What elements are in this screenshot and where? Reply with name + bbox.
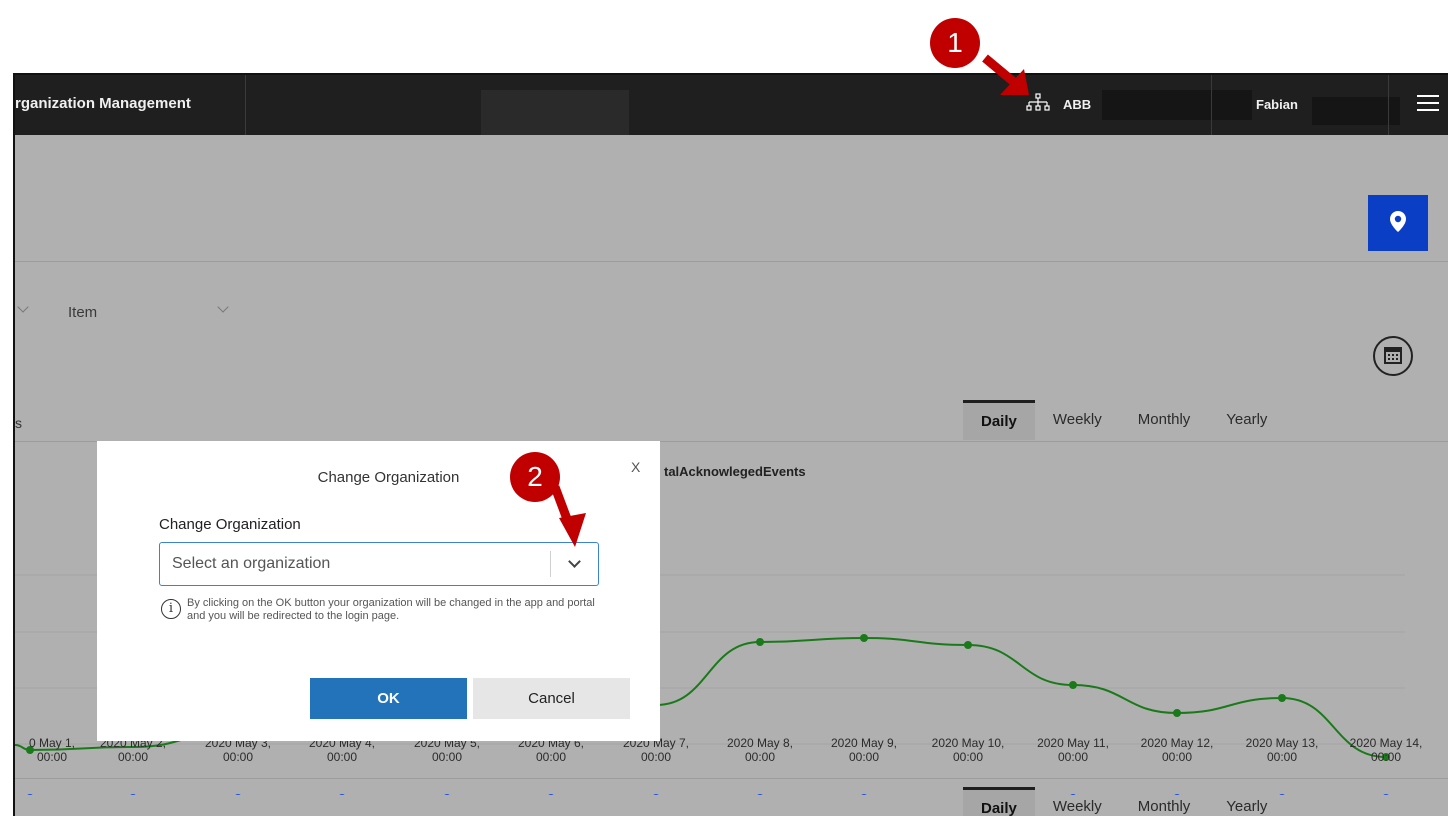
annotation-badge-1: 1 xyxy=(930,18,980,68)
annotation-arrows xyxy=(550,54,1029,547)
arrow-2 xyxy=(550,485,586,547)
arrow-1 xyxy=(982,54,1029,95)
annotation-badge-2: 2 xyxy=(510,452,560,502)
